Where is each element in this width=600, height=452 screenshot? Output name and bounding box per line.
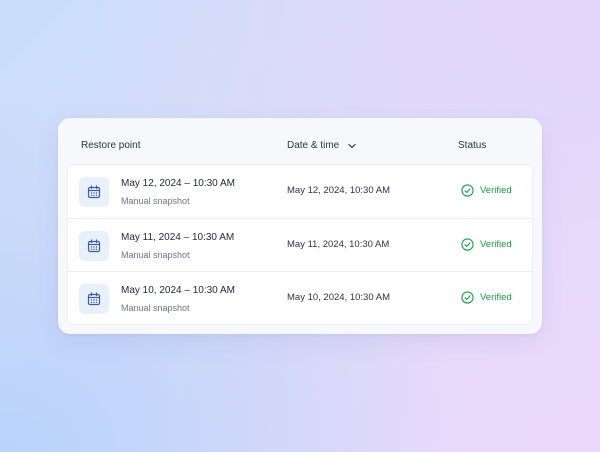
table-row[interactable]: May 11, 2024 – 10:30 AM Manual snapshot … bbox=[68, 218, 532, 272]
restore-points-card: Restore point Date & time Status May 12, bbox=[58, 118, 542, 334]
restore-point-subtitle: Manual snapshot bbox=[121, 196, 190, 206]
status-label: Verified bbox=[480, 185, 512, 196]
column-header-status: Status bbox=[458, 140, 487, 151]
table-row[interactable]: May 12, 2024 – 10:30 AM Manual snapshot … bbox=[68, 165, 532, 218]
row-icon-container bbox=[79, 284, 109, 314]
status-badge: Verified bbox=[461, 238, 512, 251]
check-circle-icon bbox=[461, 238, 474, 251]
table-body: May 12, 2024 – 10:30 AM Manual snapshot … bbox=[67, 164, 533, 325]
row-icon-container bbox=[79, 177, 109, 207]
status-badge: Verified bbox=[461, 291, 512, 304]
calendar-icon bbox=[87, 239, 101, 253]
check-circle-icon bbox=[461, 291, 474, 304]
table-row[interactable]: May 10, 2024 – 10:30 AM Manual snapshot … bbox=[68, 271, 532, 325]
check-circle-icon bbox=[461, 184, 474, 197]
row-icon-container bbox=[79, 231, 109, 261]
restore-point-title: May 10, 2024 – 10:30 AM bbox=[121, 285, 235, 296]
calendar-icon bbox=[87, 185, 101, 199]
status-badge: Verified bbox=[461, 184, 512, 197]
chevron-down-icon[interactable] bbox=[347, 141, 357, 151]
table-header: Restore point Date & time Status bbox=[58, 118, 542, 164]
status-label: Verified bbox=[480, 292, 512, 303]
restore-point-title: May 12, 2024 – 10:30 AM bbox=[121, 178, 235, 189]
column-header-date-time-label: Date & time bbox=[287, 140, 340, 151]
calendar-icon bbox=[87, 292, 101, 306]
column-header-restore-point: Restore point bbox=[81, 140, 141, 151]
status-label: Verified bbox=[480, 239, 512, 250]
restore-point-datetime: May 12, 2024, 10:30 AM bbox=[287, 185, 390, 196]
column-header-date-time[interactable]: Date & time bbox=[287, 140, 357, 151]
restore-point-subtitle: Manual snapshot bbox=[121, 250, 190, 260]
restore-point-datetime: May 10, 2024, 10:30 AM bbox=[287, 292, 390, 303]
restore-point-datetime: May 11, 2024, 10:30 AM bbox=[287, 239, 390, 250]
restore-point-title: May 11, 2024 – 10:30 AM bbox=[121, 232, 235, 243]
restore-point-subtitle: Manual snapshot bbox=[121, 303, 190, 313]
